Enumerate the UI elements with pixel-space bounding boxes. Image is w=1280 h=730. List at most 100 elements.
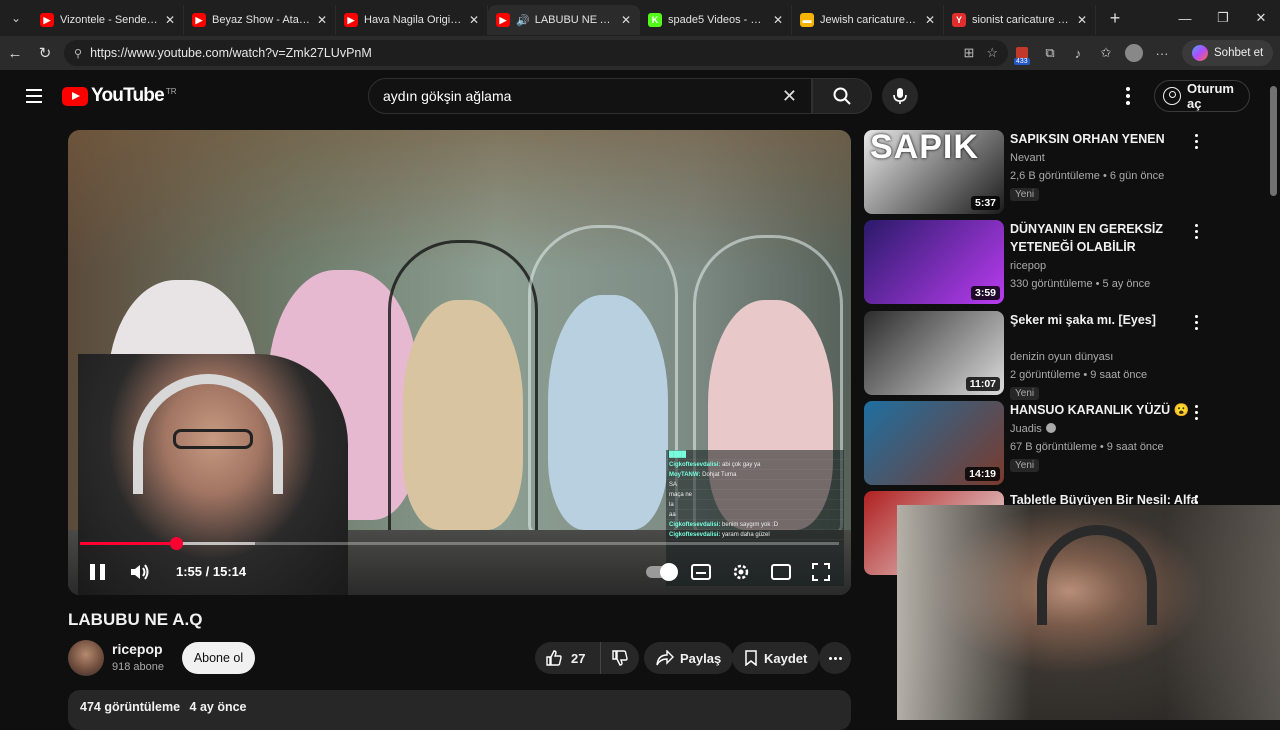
tab-close-icon[interactable]: ✕: [469, 13, 479, 27]
tab-close-icon[interactable]: ✕: [165, 13, 175, 27]
recommended-video-channel[interactable]: denizin oyun dünyası: [1010, 351, 1113, 363]
save-button[interactable]: Kaydet: [732, 642, 820, 674]
bookmark-star-icon[interactable]: ☆: [986, 45, 998, 61]
recommended-video[interactable]: SAPIK 5:37 SAPIKSIN ORHAN YENEN Nevant 2,6 B…: [864, 130, 1254, 214]
more-actions-icon[interactable]: [819, 642, 851, 674]
tab-close-icon[interactable]: ✕: [773, 13, 783, 27]
video-duration: 14:19: [965, 467, 1000, 481]
hamburger-menu-icon[interactable]: [22, 84, 46, 108]
youtube-header: YouTube TR aydın gökşin ağlama ✕ Oturum …: [4, 72, 1266, 120]
settings-kebab-icon[interactable]: [1116, 84, 1140, 108]
recommended-video[interactable]: 14:19 HANSUO KARANLIK YÜZÜ 😮 Juadis 67 B gö…: [864, 401, 1254, 485]
video-thumbnail[interactable]: SAPIK 5:37: [864, 130, 1004, 214]
subtitles-icon[interactable]: [688, 560, 714, 584]
like-button[interactable]: 27: [535, 642, 601, 674]
tab-list: ▶ Vizontele - Sende Bunu ✕ ▶ Beyaz Show - At…: [32, 1, 1096, 35]
profile-avatar-icon[interactable]: [1120, 39, 1148, 67]
chat-text: benim saygım yok :D: [722, 522, 779, 528]
copilot-button[interactable]: Sohbet et: [1182, 40, 1274, 66]
video-thumbnail[interactable]: 3:59: [864, 220, 1004, 304]
progress-bar[interactable]: [80, 537, 839, 550]
browser-menu-icon[interactable]: ···: [1148, 39, 1176, 67]
chat-text: la: [669, 502, 674, 508]
browser-tab[interactable]: Kspade5 Videos - Watch ✕: [640, 5, 792, 35]
subscribe-button[interactable]: Abone ol: [182, 642, 255, 674]
window-controls: — ❐ ✕: [1166, 0, 1280, 36]
recommended-video-title[interactable]: HANSUO KARANLIK YÜZÜ 😮: [1010, 401, 1210, 419]
search-input[interactable]: aydın gökşin ağlama ✕: [368, 78, 812, 114]
scrollbar-thumb[interactable]: [1270, 86, 1277, 196]
chat-text: maça ne: [669, 492, 693, 498]
browser-tab[interactable]: ▬ Jewish caricature: Görs ✕: [792, 5, 944, 35]
volume-icon[interactable]: [128, 560, 152, 584]
reload-icon[interactable]: ↻: [30, 38, 60, 68]
settings-gear-icon[interactable]: [728, 560, 754, 584]
tab-close-icon[interactable]: ✕: [317, 13, 327, 27]
browser-tab[interactable]: Ysionist caricature — Yan ✕: [944, 5, 1096, 35]
address-bar[interactable]: ⚲ https://www.youtube.com/watch?v=Zmk27L…: [64, 40, 1008, 66]
tab-close-icon[interactable]: ✕: [925, 13, 935, 27]
pause-icon[interactable]: [86, 562, 108, 582]
new-tab-button[interactable]: +: [1100, 8, 1130, 29]
chat-username: Cigkoftesevdalisi:: [669, 522, 721, 528]
search-button[interactable]: [812, 78, 872, 114]
clear-search-icon[interactable]: ✕: [782, 86, 797, 107]
tab-search-chevron-icon[interactable]: ⌄: [0, 0, 32, 36]
read-aloud-icon[interactable]: ♪: [1064, 39, 1092, 67]
browser-tab[interactable]: ▶ 🔊 LABUBU NE A.Q - Y ✕: [488, 5, 640, 35]
channel-avatar[interactable]: [68, 640, 104, 676]
recommended-video-channel[interactable]: Nevant: [1010, 152, 1045, 164]
recommended-video[interactable]: 11:07 Şeker mi şaka mı. [Eyes] denizin oyu…: [864, 311, 1254, 400]
chat-message: la: [666, 500, 844, 510]
tab-title: Beyaz Show - Atalay Be: [212, 14, 311, 26]
save-label: Kaydet: [764, 650, 808, 666]
chat-message: maça ne: [666, 490, 844, 500]
video-options-icon[interactable]: [1188, 134, 1204, 154]
extensions-puzzle-icon[interactable]: ⧉: [1036, 39, 1064, 67]
tab-audio-icon[interactable]: 🔊: [516, 14, 530, 27]
site-info-icon[interactable]: ⚲: [74, 47, 82, 60]
recommended-video[interactable]: 3:59 DÜNYANIN EN GEREKSİZ YETENEĞİ OLABİL…: [864, 220, 1254, 304]
video-thumbnail[interactable]: 11:07: [864, 311, 1004, 395]
recommended-video-title[interactable]: SAPIKSIN ORHAN YENEN: [1010, 130, 1210, 148]
recommended-video-channel[interactable]: Juadis: [1010, 423, 1056, 435]
video-thumbnail[interactable]: 14:19: [864, 401, 1004, 485]
chat-text: aa: [669, 512, 676, 518]
chat-text: abi çok gay ya: [722, 462, 761, 468]
sign-in-button[interactable]: Oturum aç: [1154, 80, 1250, 112]
autoplay-toggle[interactable]: [646, 563, 678, 581]
recommended-video-channel[interactable]: ricepop: [1010, 260, 1046, 272]
chat-message: Cigkoftesevdalisi: abi çok gay ya: [666, 460, 844, 470]
close-window-icon[interactable]: ✕: [1242, 0, 1280, 36]
user-circle-icon: [1163, 87, 1181, 105]
description-box[interactable]: 474 görüntüleme 4 ay önce: [68, 690, 851, 730]
extension-badge-icon[interactable]: 433: [1008, 39, 1036, 67]
dislike-button[interactable]: [601, 642, 639, 674]
channel-name-text: Juadis: [1010, 423, 1042, 435]
verified-check-icon: [1045, 423, 1056, 433]
youtube-logo[interactable]: YouTube TR: [62, 85, 177, 107]
voice-search-button[interactable]: [882, 78, 918, 114]
video-options-icon[interactable]: [1188, 224, 1204, 244]
browser-tab[interactable]: ▶ Vizontele - Sende Bunu ✕: [32, 5, 184, 35]
maximize-icon[interactable]: ❐: [1204, 0, 1242, 36]
video-player[interactable]: ████ Cigkoftesevdalisi: abi çok gay ya Mo…: [68, 130, 851, 595]
video-options-icon[interactable]: [1188, 405, 1204, 425]
chat-message: SA: [666, 480, 844, 490]
tab-close-icon[interactable]: ✕: [1077, 13, 1087, 27]
browser-tab[interactable]: ▶ Hava Nagila Original - ✕: [336, 5, 488, 35]
fullscreen-icon[interactable]: [808, 560, 834, 584]
channel-name[interactable]: ricepop: [112, 641, 163, 657]
recommended-video-title[interactable]: Şeker mi şaka mı. [Eyes]: [1010, 311, 1210, 329]
share-button[interactable]: Paylaş: [644, 642, 734, 674]
app-available-icon[interactable]: ⊞: [963, 45, 974, 61]
video-options-icon[interactable]: [1188, 315, 1204, 335]
minimize-icon[interactable]: —: [1166, 0, 1204, 36]
thumbs-down-icon: [612, 650, 628, 666]
tab-close-icon[interactable]: ✕: [621, 13, 631, 27]
theater-mode-icon[interactable]: [768, 560, 794, 584]
recommended-video-title[interactable]: DÜNYANIN EN GEREKSİZ YETENEĞİ OLABİLİR: [1010, 220, 1210, 256]
favorites-icon[interactable]: ✩: [1092, 39, 1120, 67]
back-arrow-icon[interactable]: ←: [0, 38, 30, 68]
browser-tab[interactable]: ▶ Beyaz Show - Atalay Be ✕: [184, 5, 336, 35]
